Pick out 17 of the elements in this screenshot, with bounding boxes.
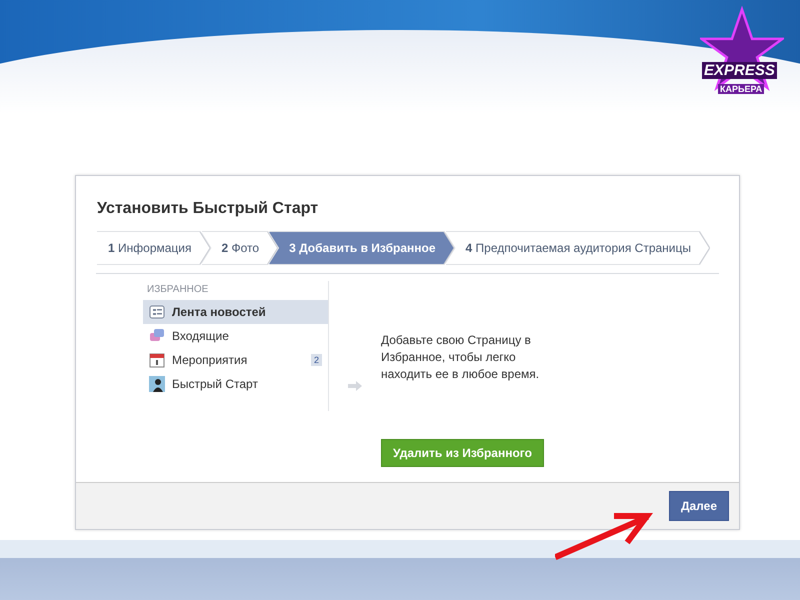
count-badge: 2 xyxy=(310,354,322,366)
favorites-item[interactable]: Входящие xyxy=(143,324,328,348)
dialog-title: Установить Быстрый Старт xyxy=(97,200,320,218)
logo-text: EXPRESS xyxy=(702,62,777,79)
logo-subtitle: КАРЬЕРА xyxy=(718,84,764,94)
step-tab[interactable]: 3 Добавить в Избранное xyxy=(269,232,454,264)
chat-bubbles-icon xyxy=(149,328,165,344)
arrow-icon xyxy=(347,380,363,392)
favorites-item[interactable]: Быстрый Старт xyxy=(143,372,328,396)
next-button[interactable]: Далее xyxy=(668,491,729,521)
favorites-item[interactable]: Мероприятия 2 xyxy=(143,348,328,372)
favorites-heading: ИЗБРАННОЕ xyxy=(147,284,210,295)
list-icon xyxy=(149,304,165,320)
calendar-icon xyxy=(149,352,165,368)
person-thumbnail-icon xyxy=(149,376,165,392)
favorites-item[interactable]: Лента новостей xyxy=(143,300,328,324)
description-text: Добавьте свою Страницу в Избранное, чтобы легко находить ее в любое время. xyxy=(381,332,540,383)
